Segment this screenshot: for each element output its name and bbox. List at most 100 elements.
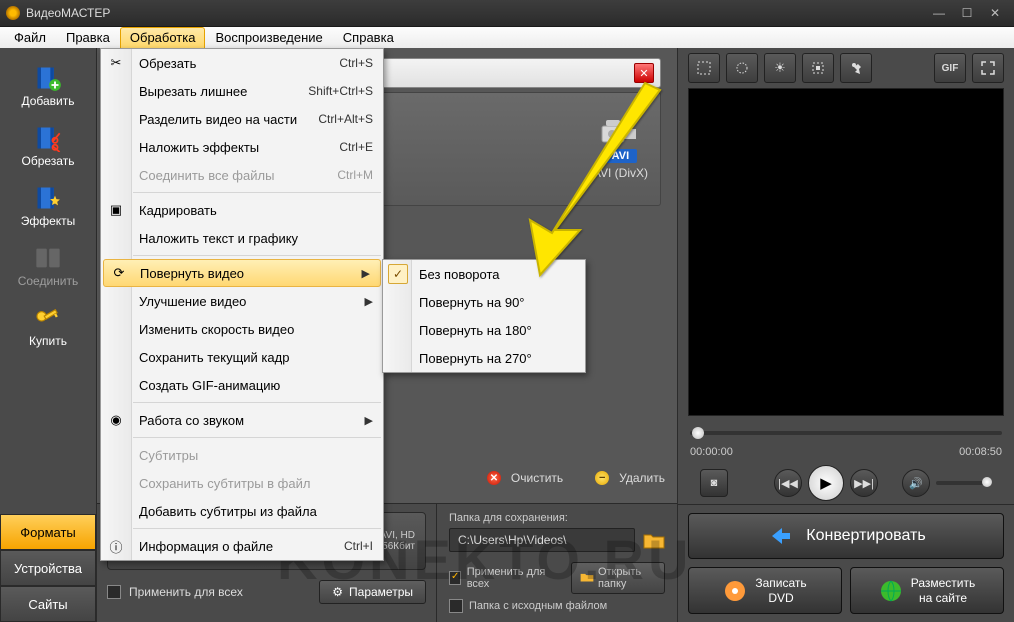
menu-processing[interactable]: Обработка [120, 27, 206, 49]
convert-icon [766, 522, 794, 550]
tab-devices[interactable]: Устройства [0, 550, 96, 586]
processing-menu: ✂ОбрезатьCtrl+SВырезать лишнееShift+Ctrl… [100, 48, 384, 561]
menu-item: Соединить все файлыCtrl+M [101, 161, 383, 189]
upload-button[interactable]: Разместить на сайте [850, 567, 1004, 614]
menu-item[interactable]: Улучшение видео▶ [101, 287, 383, 315]
menu-item[interactable]: ⟳Повернуть видео▶ [103, 259, 381, 287]
menu-item[interactable]: ✂ОбрезатьCtrl+S [101, 49, 383, 77]
source-folder-label: Папка с исходным файлом [469, 600, 607, 612]
preview-panel: ☀ GIF 00:00:00 00:08:50 ◙ |◀◀ ▶ ▶▶| [677, 48, 1014, 622]
play-button[interactable]: ▶ [808, 465, 844, 501]
maximize-button[interactable]: ☐ [954, 4, 980, 22]
next-button[interactable]: ▶▶| [850, 469, 878, 497]
film-cut-icon [34, 124, 62, 152]
titlebar: ВидеоМАСТЕР — ☐ ✕ [0, 0, 1014, 27]
dvd-label: Записать DVD [755, 576, 806, 605]
tool-gif-button[interactable]: GIF [934, 53, 966, 83]
menu-item-label: Улучшение видео [139, 294, 246, 309]
menu-item-shortcut: Ctrl+M [337, 168, 373, 182]
delete-button[interactable]: Удалить [619, 471, 665, 485]
apply-format-label: Применить для всех [129, 585, 243, 599]
disc-icon [723, 579, 747, 603]
menu-item-label: Создать GIF-анимацию [139, 378, 280, 393]
menu-item[interactable]: Наложить текст и графику [101, 224, 383, 252]
sidebar-buy[interactable]: Купить [6, 298, 90, 354]
sidebar-add[interactable]: Добавить [6, 58, 90, 114]
info-icon: ⓘ [107, 537, 125, 555]
app-window: ВидеоМАСТЕР — ☐ ✕ Файл Правка Обработка … [0, 0, 1014, 622]
menu-item-shortcut: Ctrl+E [339, 140, 373, 154]
delete-icon: − [595, 471, 609, 485]
tool-effects-button[interactable] [726, 53, 758, 83]
menu-item[interactable]: Создать GIF-анимацию [101, 371, 383, 399]
sidebar-effects[interactable]: Эффекты [6, 178, 90, 234]
upload-label: Разместить на сайте [911, 576, 976, 605]
video-preview[interactable] [688, 88, 1004, 416]
tool-frame-button[interactable] [802, 53, 834, 83]
tool-brightness-button[interactable]: ☀ [764, 53, 796, 83]
menu-item-label: Сохранить субтитры в файл [139, 476, 310, 491]
menu-item[interactable]: Сохранить текущий кадр [101, 343, 383, 371]
menu-item-label: Субтитры [139, 448, 198, 463]
film-effects-icon [34, 184, 62, 212]
menu-item: Субтитры [101, 441, 383, 469]
minimize-button[interactable]: — [926, 4, 952, 22]
menu-item-label: Сохранить текущий кадр [139, 350, 289, 365]
tab-sites[interactable]: Сайты [0, 586, 96, 622]
sidebar-buy-label: Купить [29, 334, 67, 348]
file-close-button[interactable]: ✕ [634, 63, 654, 83]
dvd-button[interactable]: Записать DVD [688, 567, 842, 614]
clear-button[interactable]: Очистить [511, 471, 563, 485]
camera-icon [600, 118, 640, 146]
film-add-icon [34, 64, 62, 92]
submenu-item[interactable]: Повернуть на 180° [383, 316, 585, 344]
menu-item[interactable]: Наложить эффектыCtrl+E [101, 133, 383, 161]
menu-item-label: Информация о файле [139, 539, 273, 554]
submenu-item[interactable]: Повернуть на 90° [383, 288, 585, 316]
tool-fullscreen-button[interactable] [972, 53, 1004, 83]
menu-item[interactable]: ⓘИнформация о файлеCtrl+I [101, 532, 383, 560]
source-folder-checkbox[interactable] [449, 599, 463, 613]
tool-crop-button[interactable] [688, 53, 720, 83]
file-format[interactable]: AVI AVI (DivX) [593, 118, 648, 180]
menu-file[interactable]: Файл [4, 27, 56, 49]
close-button[interactable]: ✕ [982, 4, 1008, 22]
apply-format-checkbox[interactable] [107, 585, 121, 599]
save-path-label: Папка для сохранения: [449, 512, 665, 524]
submenu-item-label: Повернуть на 180° [419, 323, 532, 338]
volume-button[interactable]: 🔊 [902, 469, 930, 497]
rotate-submenu: ✓Без поворота Повернуть на 90° Повернуть н… [382, 259, 586, 373]
menu-playback[interactable]: Воспроизведение [205, 27, 332, 49]
menu-item[interactable]: Добавить субтитры из файла [101, 497, 383, 525]
menu-item[interactable]: Вырезать лишнееShift+Ctrl+S [101, 77, 383, 105]
menu-item-label: Изменить скорость видео [139, 322, 294, 337]
tool-speed-button[interactable] [840, 53, 872, 83]
key-icon [34, 304, 62, 332]
sidebar-join[interactable]: Соединить [6, 238, 90, 294]
menu-edit[interactable]: Правка [56, 27, 120, 49]
time-current: 00:00:00 [690, 446, 733, 458]
menu-help[interactable]: Справка [333, 27, 404, 49]
menu-item[interactable]: ◉Работа со звуком▶ [101, 406, 383, 434]
rotate-icon: ⟳ [110, 264, 128, 282]
volume-slider[interactable] [936, 481, 992, 485]
convert-button[interactable]: Конвертировать [688, 513, 1004, 559]
prev-button[interactable]: |◀◀ [774, 469, 802, 497]
clear-icon: ✕ [487, 471, 501, 485]
submenu-item-label: Повернуть на 90° [419, 295, 525, 310]
submenu-arrow-icon: ▶ [362, 267, 370, 280]
crop-icon: ▣ [107, 201, 125, 219]
menu-item[interactable]: Изменить скорость видео [101, 315, 383, 343]
sidebar-crop[interactable]: Обрезать [6, 118, 90, 174]
submenu-item-label: Без поворота [419, 267, 500, 282]
snapshot-button[interactable]: ◙ [700, 469, 728, 497]
menu-item-label: Обрезать [139, 56, 196, 71]
menu-item[interactable]: ▣Кадрировать [101, 196, 383, 224]
preview-toolbar: ☀ GIF [678, 48, 1014, 88]
tab-formats[interactable]: Форматы [0, 514, 96, 550]
left-tabs: Форматы Устройства Сайты [0, 514, 96, 622]
seek-slider[interactable] [690, 431, 1002, 435]
menu-item[interactable]: Разделить видео на частиCtrl+Alt+S [101, 105, 383, 133]
submenu-item[interactable]: Повернуть на 270° [383, 344, 585, 372]
submenu-item[interactable]: ✓Без поворота [383, 260, 585, 288]
